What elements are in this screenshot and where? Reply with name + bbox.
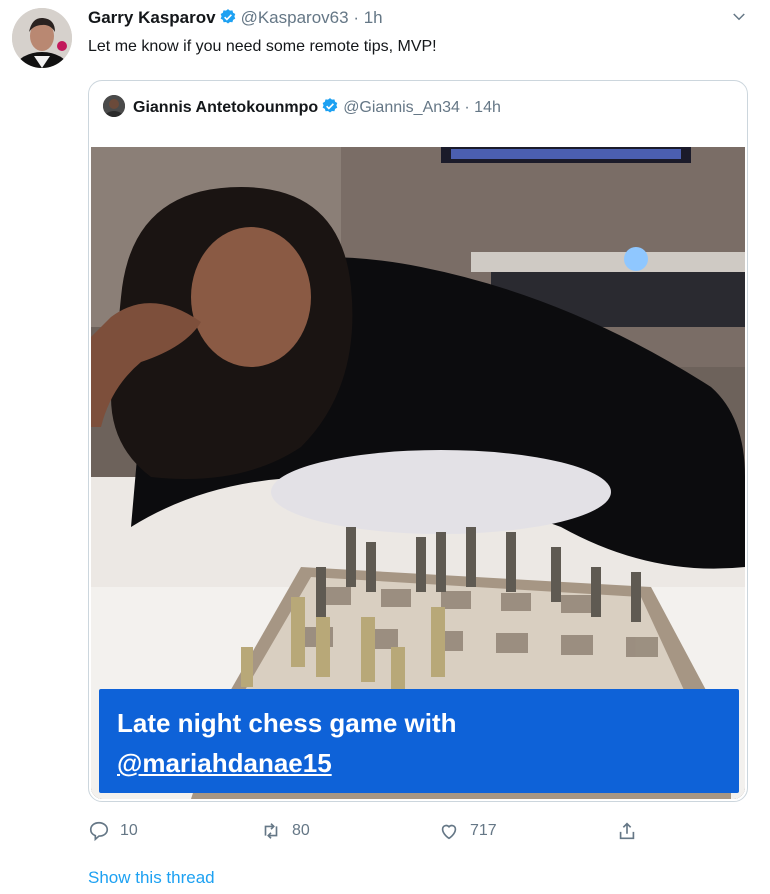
quoted-tweet[interactable]: Giannis Antetokounmpo @Giannis_An34 · 14h: [88, 80, 748, 802]
action-bar: 10 80 717: [88, 820, 648, 850]
caption-text: Late night chess game with: [117, 708, 457, 738]
quoted-time: · 14h: [464, 99, 501, 116]
share-button[interactable]: [616, 820, 648, 842]
caption-mention-link[interactable]: @mariahdanae15: [117, 743, 721, 783]
retweet-icon: [264, 823, 278, 839]
share-icon: [619, 822, 635, 840]
show-thread-link[interactable]: Show this thread: [88, 868, 215, 888]
author-avatar[interactable]: [12, 8, 72, 68]
like-count: 717: [470, 822, 497, 839]
author-handle[interactable]: @Kasparov63: [241, 8, 349, 27]
reply-button[interactable]: 10: [88, 820, 138, 842]
quoted-avatar: [103, 95, 125, 117]
quoted-header: Giannis Antetokounmpo @Giannis_An34 · 14h: [103, 95, 501, 117]
tweet-header: Garry Kasparov @Kasparov63 · 1h: [88, 8, 383, 28]
reply-count: 10: [120, 822, 138, 839]
verified-badge-icon: [322, 98, 338, 113]
tweet-text: Let me know if you need some remote tips…: [88, 38, 437, 55]
photo-caption: Late night chess game with @mariahdanae1…: [99, 689, 739, 793]
verified-badge-icon: [220, 9, 235, 24]
quoted-photo[interactable]: Late night chess game with @mariahdanae1…: [91, 147, 745, 799]
retweet-count: 80: [292, 822, 310, 839]
quoted-author-handle: @Giannis_An34: [343, 99, 460, 116]
quoted-author-name: Giannis Antetokounmpo: [133, 99, 319, 116]
retweet-button[interactable]: 80: [260, 820, 310, 842]
reply-icon: [89, 821, 109, 842]
like-icon: [441, 824, 457, 840]
tweet-time[interactable]: · 1h: [353, 8, 382, 27]
author-name[interactable]: Garry Kasparov: [88, 8, 216, 27]
like-button[interactable]: 717: [438, 820, 497, 842]
chevron-down-icon[interactable]: [730, 8, 748, 26]
